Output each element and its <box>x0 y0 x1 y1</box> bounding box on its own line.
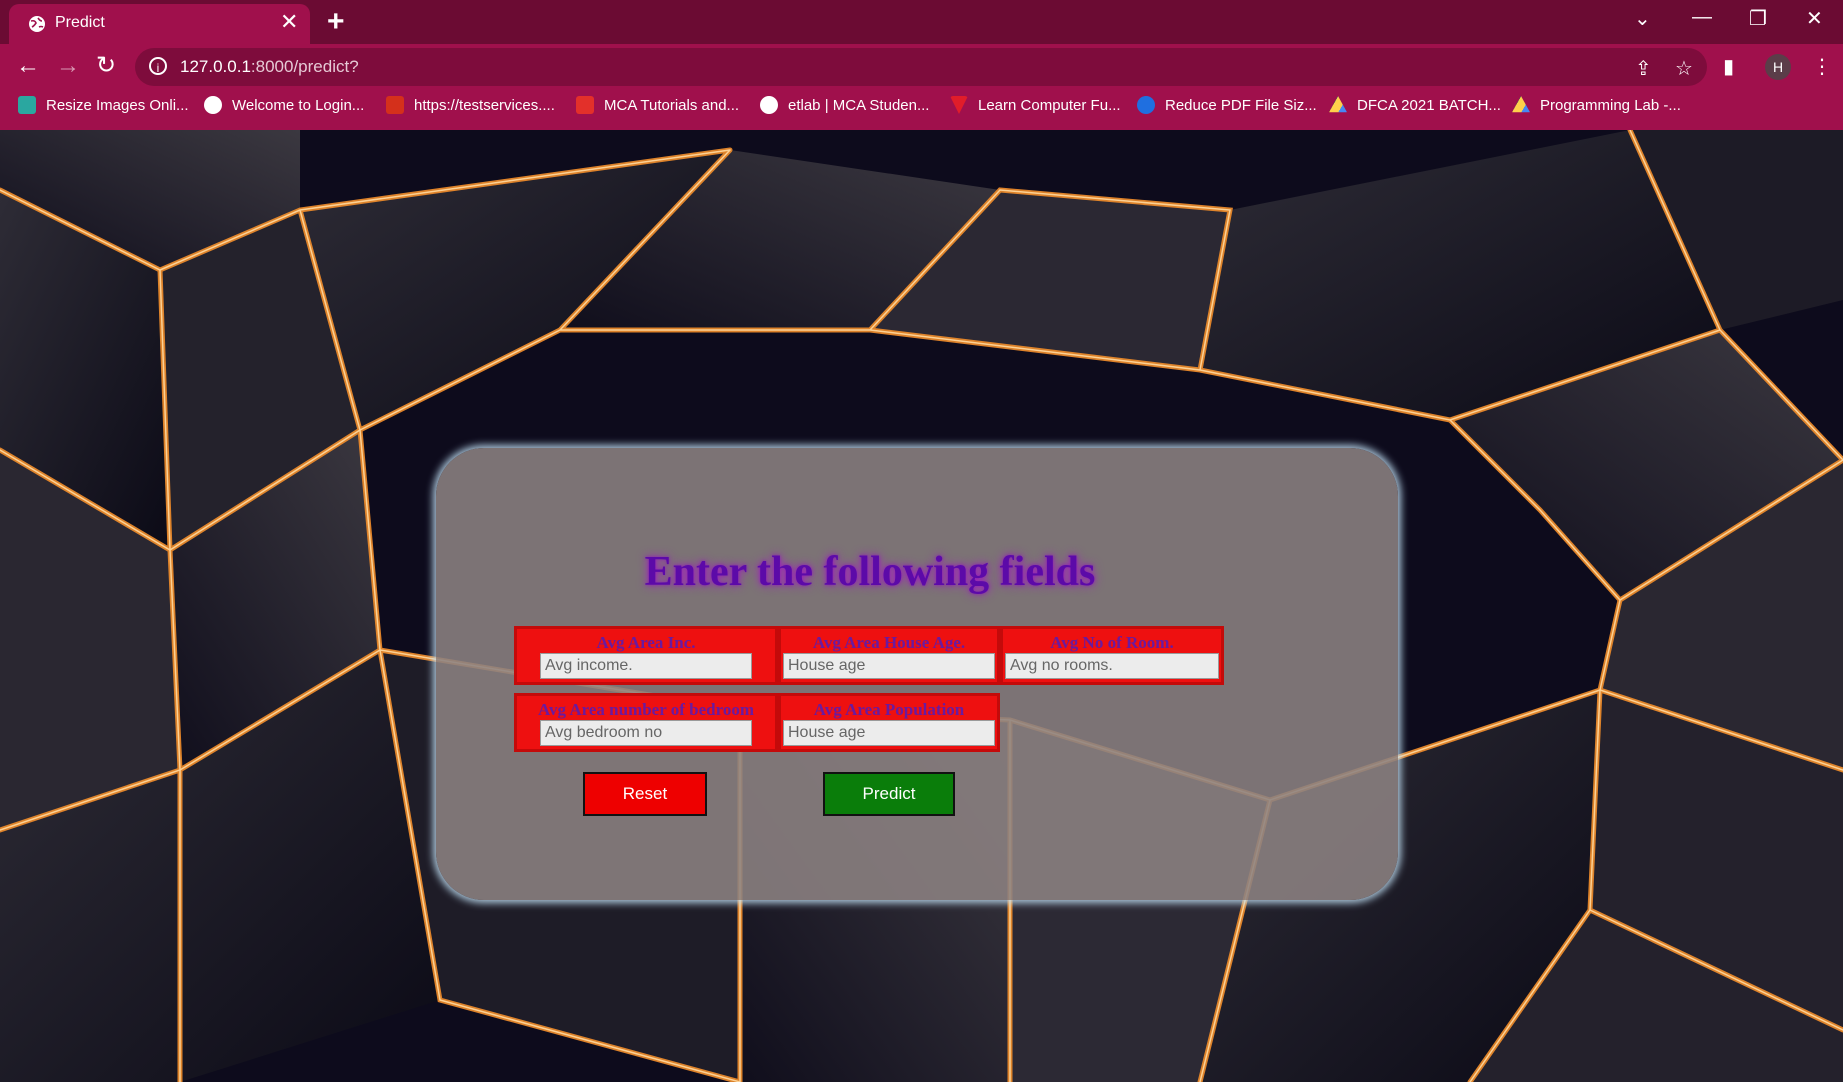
avg-income-input[interactable] <box>540 653 752 679</box>
page-viewport: Enter the following fields Avg Area Inc.… <box>0 130 1843 1082</box>
forward-icon[interactable]: → <box>56 53 80 79</box>
mca-tutorials-icon <box>576 96 594 114</box>
testservices-icon <box>386 96 404 114</box>
tab-strip: Predict ✕ + ⌄ — ❐ ✕ <box>0 0 1843 44</box>
form-panel: Enter the following fields Avg Area Inc.… <box>436 448 1398 900</box>
house-age-input[interactable] <box>783 653 995 679</box>
field-avg-area-house-age: Avg Area House Age. <box>778 626 1000 685</box>
reload-icon[interactable]: ↻ <box>96 53 116 79</box>
bookmark-item[interactable]: etlab | MCA Studen... <box>760 96 929 114</box>
avatar[interactable]: H <box>1765 54 1791 80</box>
close-window-icon[interactable]: ✕ <box>1806 6 1823 31</box>
reset-button[interactable]: Reset <box>583 772 707 816</box>
tab-predict[interactable]: Predict ✕ <box>9 4 310 44</box>
learn-computer-icon <box>950 96 968 114</box>
field-label: Avg Area Inc. <box>596 633 696 652</box>
tab-search-chevron-icon[interactable]: ⌄ <box>1634 6 1651 31</box>
google-drive-icon <box>1329 96 1347 113</box>
side-panel-icon[interactable]: ▮ <box>1723 54 1734 79</box>
tab-title: Predict <box>55 14 105 31</box>
bookmark-item[interactable]: Learn Computer Fu... <box>950 96 1121 114</box>
field-label: Avg Area number of bedroom <box>538 700 754 719</box>
bookmarks-bar: Resize Images Onli... Welcome to Login..… <box>0 92 1843 126</box>
avg-bedroom-input[interactable] <box>540 720 752 746</box>
address-bar[interactable]: i 127.0.0.1:8000/predict? ⇪ ☆ <box>135 48 1707 86</box>
field-avg-area-income: Avg Area Inc. <box>514 626 778 685</box>
bookmark-star-icon[interactable]: ☆ <box>1675 56 1693 81</box>
population-input[interactable] <box>783 720 995 746</box>
globe-icon <box>760 96 778 114</box>
url-text[interactable]: 127.0.0.1:8000/predict? <box>180 57 359 77</box>
globe-icon <box>29 16 45 32</box>
field-avg-area-population: Avg Area Population <box>778 693 1000 752</box>
bookmark-item[interactable]: Resize Images Onli... <box>18 96 189 114</box>
field-avg-area-bedrooms: Avg Area number of bedroom <box>514 693 778 752</box>
avg-rooms-input[interactable] <box>1005 653 1219 679</box>
predict-button[interactable]: Predict <box>823 772 955 816</box>
browser-chrome: Predict ✕ + ⌄ — ❐ ✕ ← → ↻ i 127.0.0.1:80… <box>0 0 1843 130</box>
bookmark-item[interactable]: DFCA 2021 BATCH... <box>1329 96 1501 114</box>
back-icon[interactable]: ← <box>16 53 40 79</box>
bookmark-item[interactable]: Reduce PDF File Siz... <box>1137 96 1317 114</box>
site-info-icon[interactable]: i <box>149 57 167 75</box>
bookmark-item[interactable]: https://testservices.... <box>386 96 555 114</box>
new-tab-button[interactable]: + <box>327 5 345 39</box>
close-tab-icon[interactable]: ✕ <box>280 11 298 33</box>
minimize-icon[interactable]: — <box>1692 6 1712 29</box>
bookmark-item[interactable]: Welcome to Login... <box>204 96 364 114</box>
field-avg-no-of-room: Avg No of Room. <box>1000 626 1224 685</box>
field-label: Avg No of Room. <box>1050 633 1174 652</box>
power-icon <box>1137 96 1155 114</box>
bookmark-item[interactable]: Programming Lab -... <box>1512 96 1681 114</box>
field-label: Avg Area Population <box>813 700 965 719</box>
menu-kebab-icon[interactable]: ⋮ <box>1812 54 1832 79</box>
google-drive-icon <box>1512 96 1530 113</box>
url-host: 127.0.0.1 <box>180 57 251 76</box>
share-icon[interactable]: ⇪ <box>1635 56 1652 81</box>
globe-icon <box>204 96 222 114</box>
field-label: Avg Area House Age. <box>812 633 966 652</box>
restore-icon[interactable]: ❐ <box>1749 6 1767 31</box>
url-path: :8000/predict? <box>250 57 359 76</box>
resize-icon <box>18 96 36 114</box>
bookmark-item[interactable]: MCA Tutorials and... <box>576 96 739 114</box>
page-title: Enter the following fields <box>644 549 1096 595</box>
